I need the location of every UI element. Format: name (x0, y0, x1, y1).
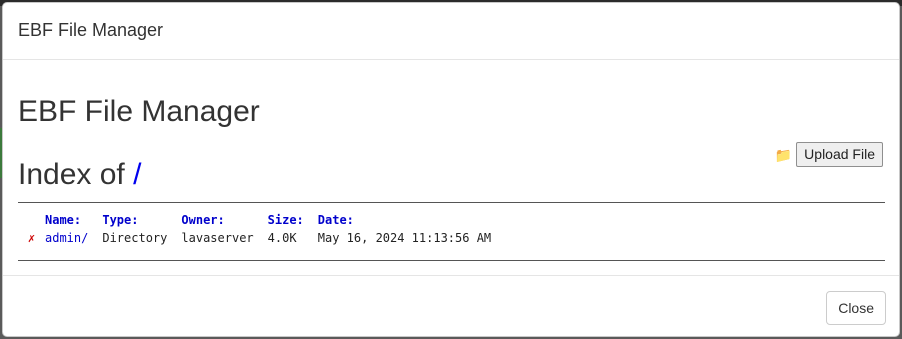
listing-bottom-divider (18, 260, 885, 261)
close-button[interactable]: Close (826, 291, 886, 325)
index-heading: Index of / (18, 157, 141, 193)
index-prefix: Index of (18, 158, 125, 191)
delete-cell: ✗ (18, 229, 45, 247)
size-column-header: Size: (267, 213, 304, 227)
table-row: ✗ admin/ Directory lavaserver 4.0K May 1… (18, 229, 505, 247)
delete-icon[interactable]: ✗ (28, 231, 35, 245)
folder-icon: 📁 (774, 146, 793, 163)
upload-area: 📁 Upload File (775, 142, 883, 167)
owner-cell: lavaserver (181, 231, 254, 245)
type-column-header: Type: (102, 213, 139, 227)
name-cell: admin/ (45, 229, 102, 247)
upload-file-button[interactable]: Upload File (796, 142, 883, 167)
modal-header: EBF File Manager (3, 3, 899, 60)
type-cell: Directory (102, 231, 168, 245)
modal-body: EBF File Manager Index of / 📁 Upload Fil… (3, 60, 899, 277)
delete-column-header (18, 211, 45, 229)
date-column-header: Date: (317, 213, 354, 227)
size-cell: 4.0K (267, 231, 297, 245)
file-listing-table: Name: Type: Owner: Size: Date: ✗ admin/ … (18, 211, 505, 247)
file-manager-modal: EBF File Manager EBF File Manager Index … (2, 2, 900, 337)
modal-footer: Close (3, 275, 899, 336)
date-cell: May 16, 2024 11:13:56 AM (317, 231, 492, 245)
root-path-link[interactable]: / (133, 158, 141, 191)
modal-title: EBF File Manager (18, 20, 164, 40)
directory-link[interactable]: admin/ (45, 231, 88, 245)
listing-header-row: Name: Type: Owner: Size: Date: (18, 211, 505, 229)
listing-top-divider (18, 202, 885, 203)
page-heading: EBF File Manager (18, 95, 260, 128)
name-column-header: Name: (45, 213, 82, 227)
owner-column-header: Owner: (181, 213, 225, 227)
